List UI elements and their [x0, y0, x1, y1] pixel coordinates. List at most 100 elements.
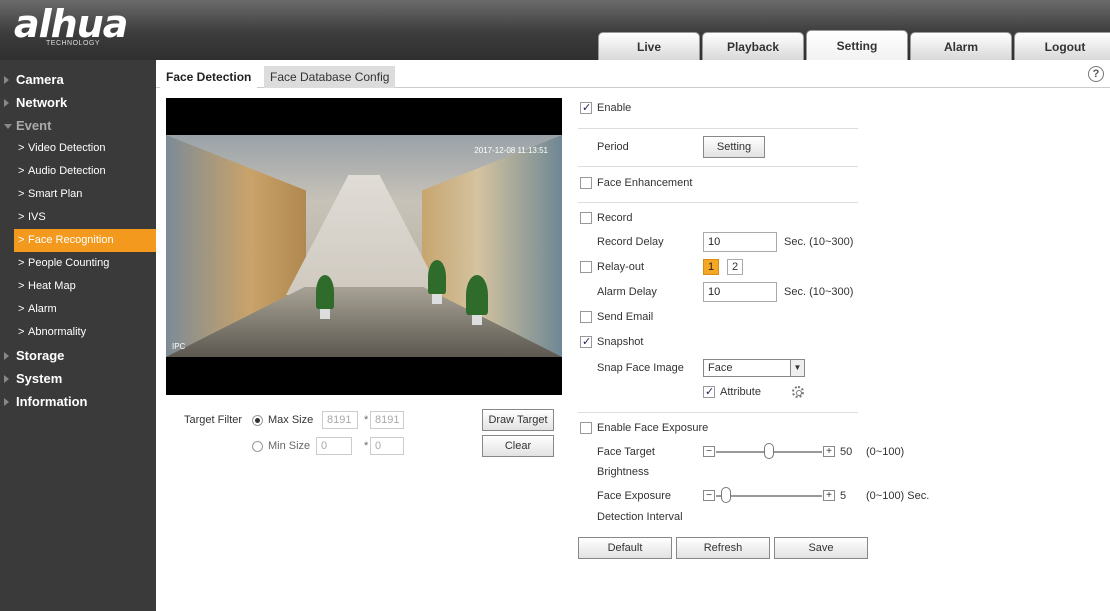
- plant-image: [466, 275, 488, 315]
- triangle-right-icon: [4, 99, 9, 107]
- brightness-slider-thumb[interactable]: [764, 443, 774, 459]
- enable-face-exposure-label: Enable Face Exposure: [597, 422, 709, 434]
- enable-face-exposure-checkbox[interactable]: [580, 422, 592, 434]
- face-exposure-interval-label: Face Exposure: [597, 490, 671, 502]
- nav-tab-playback[interactable]: Playback: [702, 32, 804, 60]
- interval-slider-thumb[interactable]: [720, 487, 731, 503]
- chevron-right-icon: >: [18, 188, 25, 200]
- min-size-radio[interactable]: [252, 441, 263, 452]
- alarm-delay-label: Alarm Delay: [597, 286, 657, 298]
- plant-image: [428, 260, 446, 294]
- record-delay-label: Record Delay: [597, 236, 664, 248]
- chevron-right-icon: >: [18, 326, 25, 338]
- default-button[interactable]: Default: [578, 537, 672, 559]
- sidebar: Camera Network Event > Video Detection > A…: [0, 60, 156, 611]
- sidebar-item-video-detection[interactable]: > Video Detection: [0, 137, 156, 160]
- relay-2-button[interactable]: 2: [727, 259, 743, 275]
- video-preview[interactable]: 2017-12-08 11:13:51 IPC: [166, 98, 562, 395]
- corridor-center: [286, 175, 442, 295]
- sidebar-item-heat-map[interactable]: > Heat Map: [0, 275, 156, 298]
- tab-face-detection[interactable]: Face Detection: [160, 66, 258, 88]
- interval-value: 5: [840, 490, 847, 502]
- max-width-input[interactable]: 8191: [322, 411, 358, 429]
- enable-label: Enable: [597, 102, 632, 114]
- sidebar-item-smart-plan[interactable]: > Smart Plan: [0, 183, 156, 206]
- divider: [578, 412, 858, 413]
- plant-image: [316, 275, 334, 309]
- snapshot-label: Snapshot: [597, 336, 644, 348]
- face-exposure-interval-label-2: Detection Interval: [597, 511, 683, 523]
- video-channel-name: IPC: [172, 342, 186, 351]
- chevron-right-icon: >: [18, 142, 25, 154]
- record-checkbox[interactable]: [580, 212, 592, 224]
- sidebar-item-face-recognition[interactable]: > Face Recognition: [14, 229, 156, 252]
- refresh-button[interactable]: Refresh: [676, 537, 770, 559]
- triangle-right-icon: [4, 352, 9, 360]
- max-size-label: Max Size: [268, 414, 314, 426]
- period-setting-button[interactable]: Setting: [703, 136, 765, 158]
- sidebar-item-ivs[interactable]: > IVS: [0, 206, 156, 229]
- sidebar-item-network[interactable]: Network: [0, 91, 156, 114]
- plant-pot: [320, 309, 330, 319]
- video-timestamp: 2017-12-08 11:13:51: [474, 146, 548, 155]
- attribute-checkbox[interactable]: [703, 385, 715, 398]
- sidebar-item-storage[interactable]: Storage: [0, 344, 156, 367]
- times-symbol: *: [364, 414, 369, 426]
- snap-face-image-select[interactable]: Face ▼: [703, 359, 805, 377]
- sidebar-item-alarm[interactable]: > Alarm: [0, 298, 156, 321]
- chevron-right-icon: >: [18, 211, 25, 223]
- sidebar-item-camera[interactable]: Camera: [0, 68, 156, 91]
- tab-face-database-config[interactable]: Face Database Config: [264, 66, 396, 88]
- interval-range: (0~100) Sec.: [866, 490, 930, 502]
- max-height-input[interactable]: 8191: [370, 411, 404, 429]
- brightness-decrease-button[interactable]: −: [703, 446, 715, 457]
- interval-decrease-button[interactable]: −: [703, 490, 715, 501]
- save-button[interactable]: Save: [774, 537, 868, 559]
- divider: [578, 128, 858, 129]
- alarm-delay-input[interactable]: 10: [703, 282, 777, 302]
- max-size-radio[interactable]: [252, 415, 263, 426]
- brand-logo-sub: TECHNOLOGY: [46, 40, 101, 47]
- sidebar-item-event[interactable]: Event: [0, 114, 156, 137]
- triangle-right-icon: [4, 398, 9, 406]
- chevron-right-icon: >: [18, 234, 25, 246]
- face-target-brightness-label-2: Brightness: [597, 466, 649, 478]
- draw-target-button[interactable]: Draw Target: [482, 409, 554, 431]
- interval-increase-button[interactable]: +: [823, 490, 835, 501]
- interval-slider-track[interactable]: [716, 495, 822, 497]
- snap-face-image-label: Snap Face Image: [597, 362, 684, 374]
- clear-button[interactable]: Clear: [482, 435, 554, 457]
- relay-1-button[interactable]: 1: [703, 259, 719, 275]
- sidebar-item-system[interactable]: System: [0, 367, 156, 390]
- brand-logo: alhua: [14, 2, 128, 46]
- chevron-right-icon: >: [18, 257, 25, 269]
- times-symbol: *: [364, 440, 369, 452]
- min-height-input[interactable]: 0: [370, 437, 404, 455]
- nav-tab-logout[interactable]: Logout: [1014, 32, 1110, 60]
- face-enhancement-checkbox[interactable]: [580, 177, 592, 189]
- send-email-checkbox[interactable]: [580, 311, 592, 323]
- brightness-range: (0~100): [866, 446, 905, 458]
- nav-tab-setting[interactable]: Setting: [806, 30, 908, 60]
- nav-tab-alarm[interactable]: Alarm: [910, 32, 1012, 60]
- relay-out-label: Relay-out: [597, 261, 645, 273]
- sidebar-item-information[interactable]: Information: [0, 390, 156, 413]
- send-email-label: Send Email: [597, 311, 654, 323]
- triangle-right-icon: [4, 76, 9, 84]
- gear-icon[interactable]: [792, 386, 804, 398]
- sidebar-item-audio-detection[interactable]: > Audio Detection: [0, 160, 156, 183]
- header-bar: alhua TECHNOLOGY Live Playback Setting A…: [0, 0, 1110, 60]
- help-icon[interactable]: ?: [1088, 66, 1104, 82]
- enable-checkbox[interactable]: [580, 101, 592, 114]
- sidebar-item-people-counting[interactable]: > People Counting: [0, 252, 156, 275]
- nav-tab-live[interactable]: Live: [598, 32, 700, 60]
- snapshot-checkbox[interactable]: [580, 335, 592, 348]
- brightness-value: 50: [840, 446, 853, 458]
- brightness-increase-button[interactable]: +: [823, 446, 835, 457]
- record-label: Record: [597, 212, 633, 224]
- chevron-right-icon: >: [18, 165, 25, 177]
- relay-out-checkbox[interactable]: [580, 261, 592, 273]
- sidebar-item-abnormality[interactable]: > Abnormality: [0, 321, 156, 344]
- record-delay-input[interactable]: 10: [703, 232, 777, 252]
- min-width-input[interactable]: 0: [316, 437, 352, 455]
